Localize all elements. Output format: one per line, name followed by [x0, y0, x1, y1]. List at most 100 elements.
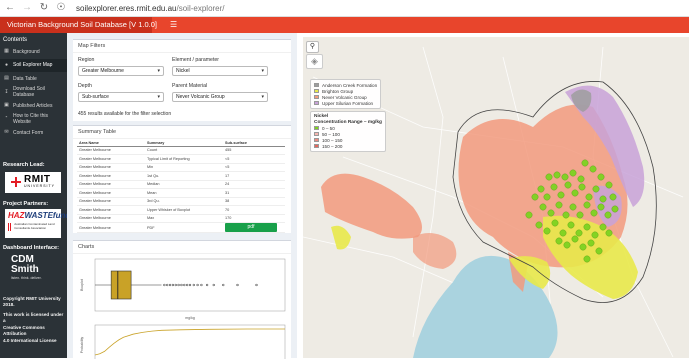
table-cell: 17	[223, 171, 285, 181]
sample-point[interactable]	[569, 203, 577, 211]
sample-point[interactable]	[575, 229, 583, 237]
address-bar[interactable]: soilexplorer.eres.rmit.edu.au/soil-explo…	[76, 4, 225, 13]
sample-point[interactable]	[531, 193, 539, 201]
sample-point[interactable]	[555, 237, 563, 245]
table-cell: 170	[223, 214, 285, 223]
sample-point[interactable]	[576, 211, 584, 219]
sample-point[interactable]	[555, 201, 563, 209]
sample-point[interactable]	[587, 239, 595, 247]
sample-point[interactable]	[553, 171, 561, 179]
forward-arrow-icon[interactable]: →	[22, 3, 32, 13]
sample-point[interactable]	[591, 231, 599, 239]
sample-point[interactable]	[525, 211, 533, 219]
table-row: Greater Melbourne 1st Qu. 17	[77, 171, 285, 181]
sample-point[interactable]	[563, 241, 571, 249]
sample-point[interactable]	[569, 169, 577, 177]
legend-swatch	[314, 88, 319, 94]
sample-point[interactable]	[562, 211, 570, 219]
sample-point[interactable]	[550, 183, 558, 191]
footer-line[interactable]: 4.0 International License	[0, 338, 67, 345]
sample-point[interactable]	[571, 189, 579, 197]
sample-point[interactable]	[585, 193, 593, 201]
sample-point[interactable]	[583, 255, 591, 263]
aclca-icon	[8, 222, 13, 231]
sample-point[interactable]	[604, 211, 612, 219]
sample-point[interactable]	[583, 201, 591, 209]
hamburger-menu-icon[interactable]: ☰	[152, 17, 177, 33]
back-arrow-icon[interactable]: ←	[5, 3, 15, 13]
table-cell: Typical Limit of Reporting	[145, 154, 223, 164]
sample-point[interactable]	[597, 173, 605, 181]
sample-point[interactable]	[605, 229, 613, 237]
sample-point[interactable]	[557, 191, 565, 199]
legend-item: Upper Silurian Formation	[314, 100, 377, 106]
sample-point[interactable]	[564, 181, 572, 189]
sidebar-item-soil-explorer-map[interactable]: ● Soil Explorer Map	[0, 58, 67, 72]
sidebar-item-data-table[interactable]: ▤ Data Table	[0, 72, 67, 86]
sample-point[interactable]	[543, 193, 551, 201]
reload-icon[interactable]: ↻	[39, 3, 49, 13]
sidebar-item-how-to-cite[interactable]: “ How to Cite this Website	[0, 113, 67, 127]
sample-point[interactable]	[545, 173, 553, 181]
sample-point[interactable]	[581, 159, 589, 167]
sample-point[interactable]	[535, 221, 543, 229]
soil-explorer-map[interactable]: ⚲ ◈ Anderson Creek Formation Brighton Gr…	[303, 37, 689, 358]
table-cell: Greater Melbourne	[77, 205, 145, 215]
sample-point[interactable]	[537, 185, 545, 193]
rmit-logo[interactable]: RMIT UNIVERSITY	[5, 171, 61, 193]
sample-point[interactable]	[543, 227, 551, 235]
legend-label: 150 – 200	[322, 143, 343, 149]
table-cell: 31	[223, 188, 285, 198]
sample-point[interactable]	[592, 185, 600, 193]
hazwaste-fund-logo[interactable]: HAZWASTEfund Australian Contaminated Lan…	[5, 208, 70, 238]
sidebar-item-label: Data Table	[13, 75, 37, 82]
sample-point[interactable]	[589, 165, 597, 173]
table-cell: PDF	[145, 222, 223, 233]
map-search-icon[interactable]: ⚲	[306, 41, 319, 53]
depth-select[interactable]: Sub-surface ▾	[78, 92, 164, 102]
sample-point[interactable]	[577, 175, 585, 183]
sidebar-item-published-articles[interactable]: ▣ Published Articles	[0, 99, 67, 113]
sample-point[interactable]	[559, 229, 567, 237]
table-cell: Greater Melbourne	[77, 188, 145, 198]
sample-point[interactable]	[605, 181, 613, 189]
sample-point[interactable]	[578, 183, 586, 191]
legend-label: Brighton Group	[322, 88, 354, 94]
dashboard-interface-label: Dashboard Interface:	[3, 244, 59, 251]
grid-icon: ▦	[4, 48, 9, 55]
depth-label: Depth	[78, 83, 92, 89]
sample-point[interactable]	[599, 195, 607, 203]
sample-point[interactable]	[590, 209, 598, 217]
table-cell: Greater Melbourne	[77, 154, 145, 164]
region-select[interactable]: Greater Melbourne ▾	[78, 66, 164, 76]
footer-line[interactable]: Creative Commons Attribution	[0, 325, 67, 338]
element-select[interactable]: Nickel ▾	[172, 66, 268, 76]
sample-point[interactable]	[567, 221, 575, 229]
sample-point[interactable]	[579, 243, 587, 251]
table-cell: 38	[223, 197, 285, 206]
sample-point[interactable]	[547, 209, 555, 217]
sample-point[interactable]	[551, 219, 559, 227]
layers-icon[interactable]: ◈	[306, 54, 323, 69]
pdf-download-button[interactable]: pdf	[225, 223, 277, 232]
sample-point[interactable]	[561, 173, 569, 181]
sidebar-contents-heading: Contents	[3, 37, 28, 43]
sample-point[interactable]	[571, 235, 579, 243]
parent-material-select[interactable]: Never Volcanic Group ▾	[172, 92, 268, 102]
sample-point[interactable]	[583, 223, 591, 231]
sample-point[interactable]	[609, 193, 617, 201]
sample-point[interactable]	[599, 223, 607, 231]
aclca-text: Australian Contaminated Land Consultants…	[14, 222, 55, 230]
sidebar-item-download[interactable]: ↧ Download Soil Database	[0, 86, 67, 100]
sidebar-item-background[interactable]: ▦ Background	[0, 45, 67, 59]
sample-point[interactable]	[611, 205, 619, 213]
sidebar-item-contact-form[interactable]: ✉ Contact Form	[0, 126, 67, 140]
table-cell: Count	[145, 146, 223, 155]
table-cell: 1st Qu.	[145, 171, 223, 181]
sample-point[interactable]	[539, 203, 547, 211]
sample-point[interactable]	[597, 203, 605, 211]
sample-point[interactable]	[595, 247, 603, 255]
table-cell: pdf	[223, 222, 285, 233]
cdm-smith-logo[interactable]: CDM Smith listen. think. deliver.	[0, 254, 67, 280]
table-row: Greater Melbourne Mean 31	[77, 188, 285, 198]
